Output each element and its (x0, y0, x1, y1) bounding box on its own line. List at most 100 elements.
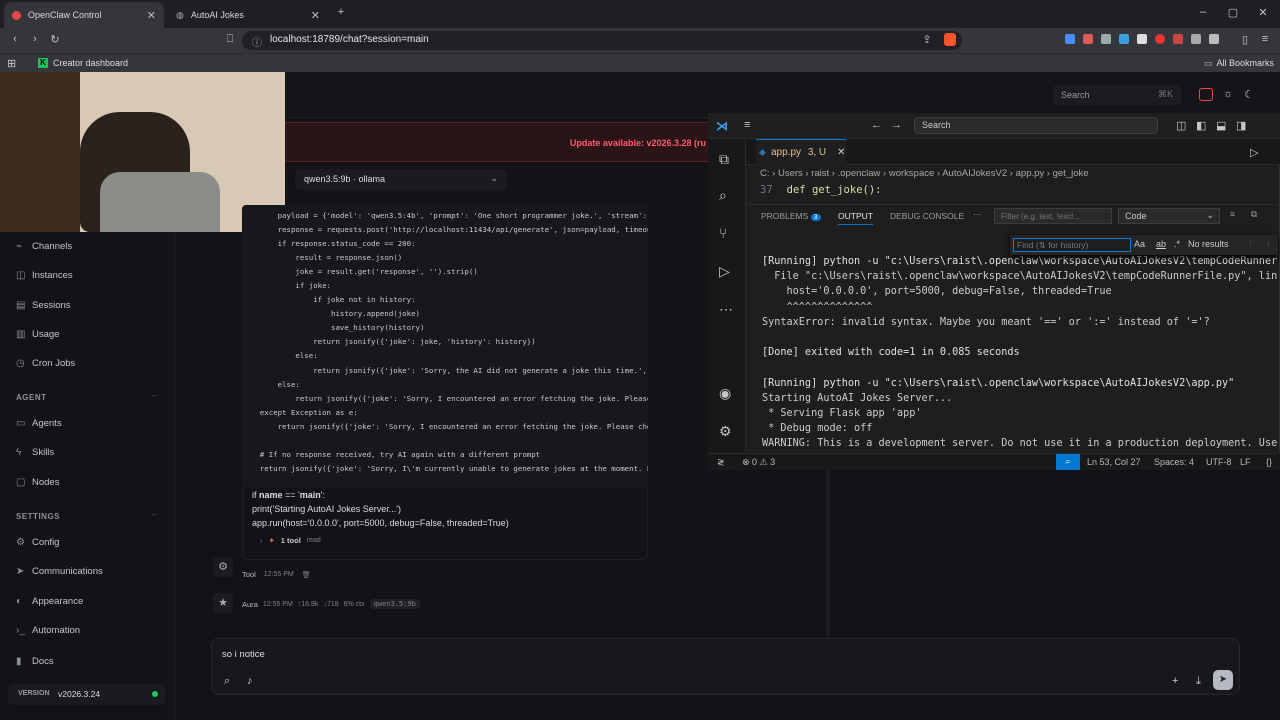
lock-scroll-icon[interactable]: ⧉ (1251, 209, 1257, 220)
sidebar-item-sessions[interactable]: ▤ Sessions (16, 300, 71, 311)
apps-grid-icon[interactable]: ⊞ (7, 57, 16, 70)
sidebar-item-automation[interactable]: ›_ Automation (16, 625, 80, 636)
breadcrumb-item[interactable]: Users (778, 168, 803, 179)
next-match-icon[interactable]: ↓ (1266, 238, 1271, 248)
output-filter-input[interactable]: Filter (e.g. text, !excl... (994, 208, 1112, 224)
remote-icon[interactable]: ≷ (717, 457, 725, 468)
toggle-secondary-icon[interactable]: ◨ (1236, 119, 1246, 132)
sidebar-item-skills[interactable]: ϟ Skills (16, 447, 54, 458)
encoding[interactable]: UTF-8 (1206, 457, 1232, 467)
breadcrumb-item[interactable]: workspace (889, 168, 934, 179)
extension-icon[interactable] (1155, 34, 1165, 44)
forward-icon[interactable]: › (28, 33, 42, 45)
close-tab-icon[interactable]: ✕ (311, 9, 320, 22)
more-icon[interactable]: ⋯ (719, 301, 733, 318)
collapse-agent-icon[interactable]: – (152, 391, 156, 400)
extension-icon[interactable] (1083, 34, 1093, 44)
extension-icon[interactable] (1209, 34, 1219, 44)
search-icon[interactable]: ⌕ (719, 187, 727, 204)
all-bookmarks[interactable]: ▭ All Bookmarks (1204, 58, 1274, 69)
extension-icon[interactable] (1119, 34, 1129, 44)
collapse-settings-icon[interactable]: – (152, 510, 156, 519)
close-icon[interactable]: ✕ (837, 147, 845, 158)
output-channel-select[interactable]: Code ⌄ (1118, 208, 1220, 224)
sidebar-item-appearance[interactable]: ◐ Appearance (16, 596, 83, 607)
chat-composer[interactable]: so i notice ⌕ ♪ + ⤓ ➤ (211, 638, 1240, 695)
tab-problems[interactable]: PROBLEMS 3 (761, 211, 821, 221)
run-debug-icon[interactable]: ▷ (719, 263, 730, 280)
layout-icon[interactable]: ◫ (1176, 119, 1186, 132)
sidebar-item-agents[interactable]: ▭ Agents (16, 418, 62, 429)
window-close-icon[interactable]: ✕ (1256, 6, 1270, 19)
problems-status[interactable]: ⊗ 0 ⚠ 3 (742, 457, 775, 468)
indentation[interactable]: Spaces: 4 (1154, 457, 1194, 467)
breadcrumb-item[interactable]: get_joke (1053, 168, 1089, 179)
more-tabs-icon[interactable]: ⋯ (973, 209, 982, 220)
prev-match-icon[interactable]: ↑ (1248, 238, 1253, 248)
breadcrumb-item[interactable]: raist (811, 168, 829, 179)
sun-icon[interactable]: ☼ (1221, 88, 1235, 100)
scrollbar[interactable] (826, 470, 830, 636)
paperclip-icon[interactable]: ⌕ (224, 675, 230, 688)
tab-output[interactable]: OUTPUT (838, 211, 873, 225)
tool-summary[interactable]: › ✦ 1 tool read (260, 536, 321, 545)
bookmark-creator-dashboard[interactable]: K Creator dashboard (38, 58, 128, 68)
trash-icon[interactable]: 🗑 (302, 571, 311, 579)
send-button[interactable]: ➤ (1213, 670, 1233, 690)
extension-icon[interactable] (1173, 34, 1183, 44)
sidebar-item-nodes[interactable]: ▢ Nodes (16, 477, 59, 488)
extension-icon[interactable] (1137, 34, 1147, 44)
close-tab-icon[interactable]: ✕ (147, 9, 156, 22)
share-icon[interactable]: ⇪ (920, 33, 934, 46)
cursor-position[interactable]: Ln 53, Col 27 (1087, 457, 1141, 467)
breadcrumb-item[interactable]: .openclaw (838, 168, 881, 179)
microphone-icon[interactable]: ♪ (247, 675, 253, 687)
find-input[interactable]: Find (⇅ for history) (1013, 238, 1131, 252)
breadcrumb-item[interactable]: app.py (1016, 168, 1045, 179)
monitor-icon[interactable] (1199, 88, 1213, 101)
url-field[interactable]: ⓘ localhost:18789/chat?session=main (242, 31, 962, 50)
download-icon[interactable]: ⤓ (1196, 675, 1201, 688)
sidebar-item-usage[interactable]: ▥ Usage (16, 329, 59, 340)
sidebar-item-instances[interactable]: ◫ Instances (16, 270, 73, 281)
back-icon[interactable]: ‹ (8, 33, 22, 45)
new-tab-icon[interactable]: + (334, 6, 348, 18)
sidebar-item-communications[interactable]: ➤ Communications (16, 566, 103, 577)
maximize-icon[interactable]: ▢ (1226, 6, 1240, 19)
zoom-search-icon[interactable]: ⌕ (1056, 454, 1080, 470)
sidebar-item-config[interactable]: ⚙ Config (16, 537, 59, 548)
vscode-command-search[interactable]: Search (914, 117, 1158, 134)
source-control-icon[interactable]: ⑂ (719, 225, 727, 241)
sidebar-item-cron-jobs[interactable]: ◷ Cron Jobs (16, 358, 75, 369)
extension-icon[interactable] (1065, 34, 1075, 44)
app-search-input[interactable]: Search ⌘K (1053, 85, 1181, 105)
clear-output-icon[interactable]: ≡ (1230, 209, 1235, 219)
explorer-icon[interactable]: ⧉ (719, 151, 729, 168)
whole-word-icon[interactable]: ab (1156, 239, 1166, 249)
regex-icon[interactable]: .* (1174, 239, 1180, 249)
toggle-panel-icon[interactable]: ⬓ (1216, 119, 1226, 132)
toggle-sidebar-icon[interactable]: ◧ (1196, 119, 1206, 132)
brave-shield-icon[interactable] (944, 33, 956, 46)
tab-app-py[interactable]: ◆ app.py 3, U ✕ (756, 139, 846, 165)
manage-gear-icon[interactable]: ⚙ (719, 423, 732, 440)
tab-debug-console[interactable]: DEBUG CONSOLE (890, 211, 964, 221)
extension-icon[interactable] (1191, 34, 1201, 44)
extension-icon[interactable] (1101, 34, 1111, 44)
sidebar-toggle-icon[interactable]: ▯ (1238, 33, 1252, 46)
account-icon[interactable]: ◉ (719, 385, 731, 402)
bookmark-icon[interactable]: ⎕ (223, 33, 237, 46)
sidebar-item-docs[interactable]: ▮ Docs (16, 656, 54, 667)
match-case-icon[interactable]: Aa (1134, 239, 1145, 249)
sidebar-item-channels[interactable]: ⌁ Channels (16, 241, 72, 252)
add-icon[interactable]: + (1172, 675, 1178, 687)
minimize-icon[interactable]: – (1196, 6, 1210, 18)
model-select[interactable]: qwen3.5:9b · ollama ⌄ (295, 169, 507, 190)
nav-back-icon[interactable]: ← (871, 119, 882, 131)
language-braces-icon[interactable]: {} (1266, 457, 1272, 467)
breadcrumb-item[interactable]: C: (760, 168, 770, 179)
line-ending[interactable]: LF (1240, 457, 1251, 467)
hamburger-menu-icon[interactable]: ≡ (744, 119, 750, 131)
tab-autoai-jokes[interactable]: ◍ AutoAI Jokes ✕ (168, 2, 328, 28)
nav-forward-icon[interactable]: → (891, 119, 902, 131)
